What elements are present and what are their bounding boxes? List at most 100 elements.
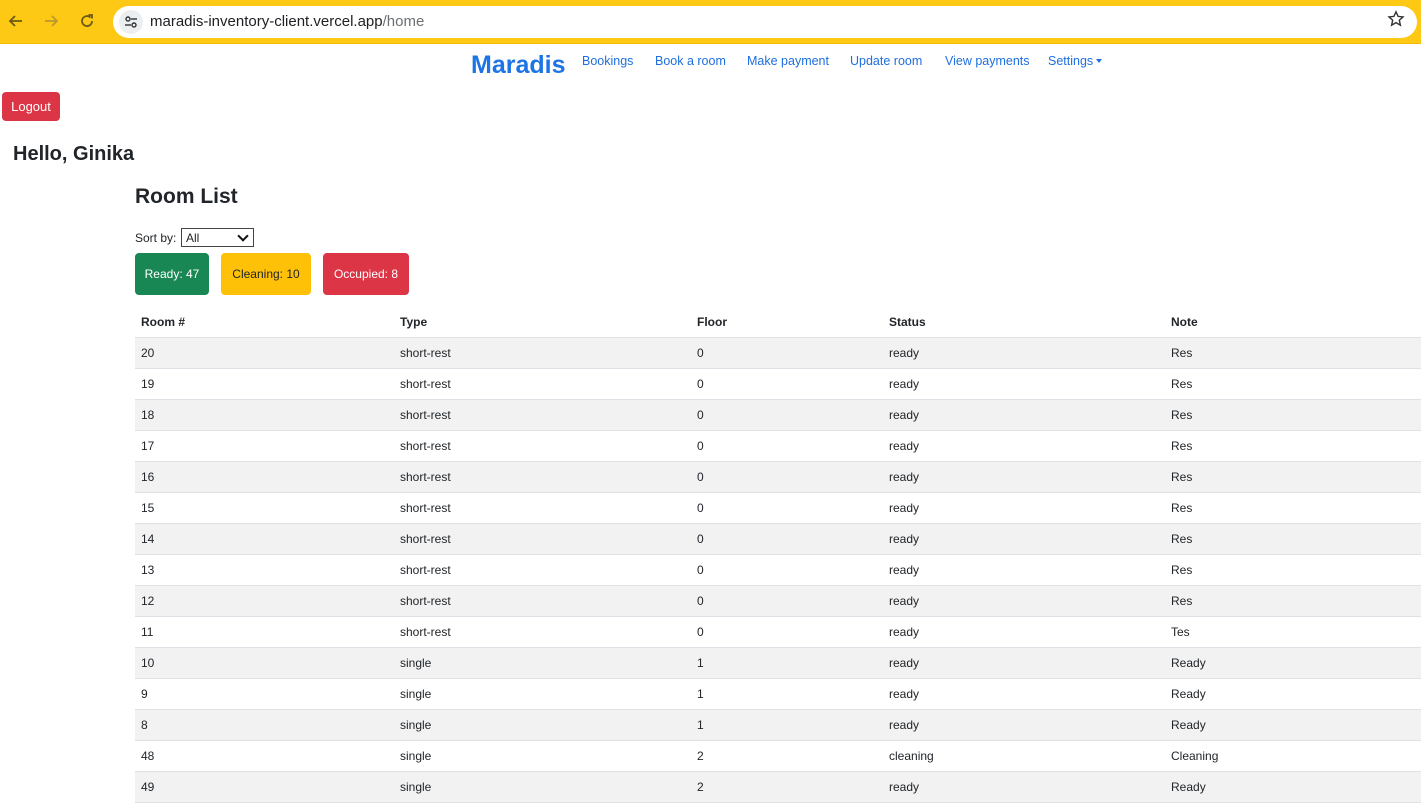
ready-count-badge[interactable]: Ready: 47 — [135, 253, 209, 295]
cell-floor: 2 — [697, 780, 704, 794]
cell-type: single — [400, 687, 432, 701]
cell-note: Ready — [1171, 780, 1206, 794]
brand-logo[interactable]: Maradis — [471, 51, 565, 80]
cleaning-count-badge[interactable]: Cleaning: 10 — [221, 253, 311, 295]
cell-room-number: 15 — [141, 501, 155, 515]
cell-status: ready — [889, 439, 920, 453]
table-body: 20 short-rest 0 ready Res 19 short-rest 0 ready R… — [135, 338, 1421, 803]
cell-status: ready — [889, 780, 920, 794]
cell-status: ready — [889, 470, 920, 484]
cell-note: Res — [1171, 501, 1193, 515]
page-title: Room List — [135, 185, 238, 208]
forward-arrow-icon[interactable] — [38, 8, 64, 34]
table-row[interactable]: 10 single 1 ready Ready — [135, 648, 1421, 679]
column-header-floor: Floor — [697, 315, 727, 329]
column-header-room: Room # — [141, 315, 186, 329]
cell-status: ready — [889, 532, 920, 546]
occupied-count-badge[interactable]: Occupied: 8 — [323, 253, 409, 295]
cell-type: short-rest — [400, 501, 451, 515]
table-row[interactable]: 14 short-rest 0 ready Res — [135, 524, 1421, 555]
cell-note: Res — [1171, 532, 1193, 546]
table-row[interactable]: 11 short-rest 0 ready Tes — [135, 617, 1421, 648]
table-row[interactable]: 19 short-rest 0 ready Res — [135, 369, 1421, 400]
cell-type: short-rest — [400, 594, 451, 608]
nav-bookings[interactable]: Bookings — [582, 54, 633, 68]
sort-select[interactable]: All — [181, 228, 254, 247]
cell-note: Res — [1171, 377, 1193, 391]
cell-room-number: 19 — [141, 377, 155, 391]
column-header-note: Note — [1171, 315, 1198, 329]
table-row[interactable]: 12 short-rest 0 ready Res — [135, 586, 1421, 617]
table-row[interactable]: 48 single 2 cleaning Cleaning — [135, 741, 1421, 772]
cell-type: short-rest — [400, 408, 451, 422]
cell-floor: 0 — [697, 501, 704, 515]
cell-note: Tes — [1171, 625, 1190, 639]
cell-type: single — [400, 718, 432, 732]
table-row[interactable]: 49 single 2 ready Ready — [135, 772, 1421, 803]
browser-toolbar: maradis-inventory-client.vercel.app/home — [0, 0, 1421, 44]
nav-view-payments[interactable]: View payments — [945, 54, 1030, 68]
cell-type: single — [400, 656, 432, 670]
column-header-type: Type — [400, 315, 428, 329]
cell-floor: 0 — [697, 532, 704, 546]
cell-floor: 0 — [697, 594, 704, 608]
url-host: maradis-inventory-client.vercel.app — [150, 13, 383, 30]
cell-floor: 0 — [697, 408, 704, 422]
cell-floor: 0 — [697, 625, 704, 639]
table-row[interactable]: 15 short-rest 0 ready Res — [135, 493, 1421, 524]
cell-note: Res — [1171, 346, 1193, 360]
cell-status: ready — [889, 687, 920, 701]
nav-make-payment[interactable]: Make payment — [747, 54, 829, 68]
cell-note: Ready — [1171, 718, 1206, 732]
back-arrow-icon[interactable] — [3, 8, 29, 34]
table-row[interactable]: 18 short-rest 0 ready Res — [135, 400, 1421, 431]
site-settings-icon[interactable] — [119, 10, 143, 34]
bookmark-star-icon[interactable] — [1387, 10, 1405, 34]
table-row[interactable]: 13 short-rest 0 ready Res — [135, 555, 1421, 586]
nav-settings-dropdown[interactable]: Settings — [1048, 54, 1103, 68]
table-row[interactable]: 20 short-rest 0 ready Res — [135, 338, 1421, 369]
cell-room-number: 16 — [141, 470, 155, 484]
cell-floor: 2 — [697, 749, 704, 763]
sort-label: Sort by: — [135, 231, 177, 245]
room-table: Room # Type Floor Status Note 20 short-re… — [135, 307, 1421, 803]
cell-status: cleaning — [889, 749, 934, 763]
cell-status: ready — [889, 625, 920, 639]
greeting-heading: Hello, Ginika — [13, 143, 135, 165]
nav-book-a-room[interactable]: Book a room — [655, 54, 726, 68]
logout-button[interactable]: Logout — [2, 92, 60, 121]
nav-settings-label: Settings — [1048, 54, 1094, 68]
cell-type: short-rest — [400, 439, 451, 453]
cell-type: single — [400, 749, 432, 763]
cell-floor: 0 — [697, 377, 704, 391]
cell-status: ready — [889, 656, 920, 670]
table-row[interactable]: 17 short-rest 0 ready Res — [135, 431, 1421, 462]
cell-status: ready — [889, 718, 920, 732]
cell-type: short-rest — [400, 470, 451, 484]
url-path: /home — [382, 13, 425, 30]
cell-note: Ready — [1171, 687, 1206, 701]
reload-icon[interactable] — [74, 8, 100, 34]
cell-room-number: 13 — [141, 563, 155, 577]
cell-floor: 1 — [697, 656, 704, 670]
chevron-down-icon — [237, 229, 249, 242]
cell-status: ready — [889, 408, 920, 422]
cell-room-number: 12 — [141, 594, 155, 608]
cell-note: Res — [1171, 439, 1193, 453]
cell-room-number: 9 — [141, 687, 148, 701]
table-row[interactable]: 16 short-rest 0 ready Res — [135, 462, 1421, 493]
cell-type: single — [400, 780, 432, 794]
cell-note: Ready — [1171, 656, 1206, 670]
cell-status: ready — [889, 501, 920, 515]
cell-note: Res — [1171, 563, 1193, 577]
cell-room-number: 17 — [141, 439, 155, 453]
table-row[interactable]: 9 single 1 ready Ready — [135, 679, 1421, 710]
table-row[interactable]: 8 single 1 ready Ready — [135, 710, 1421, 741]
cell-type: short-rest — [400, 563, 451, 577]
cell-note: Cleaning — [1171, 749, 1219, 763]
cell-floor: 0 — [697, 346, 704, 360]
address-bar[interactable]: maradis-inventory-client.vercel.app/home — [113, 6, 1417, 38]
cell-type: short-rest — [400, 532, 451, 546]
nav-update-room[interactable]: Update room — [850, 54, 922, 68]
cell-note: Res — [1171, 408, 1193, 422]
